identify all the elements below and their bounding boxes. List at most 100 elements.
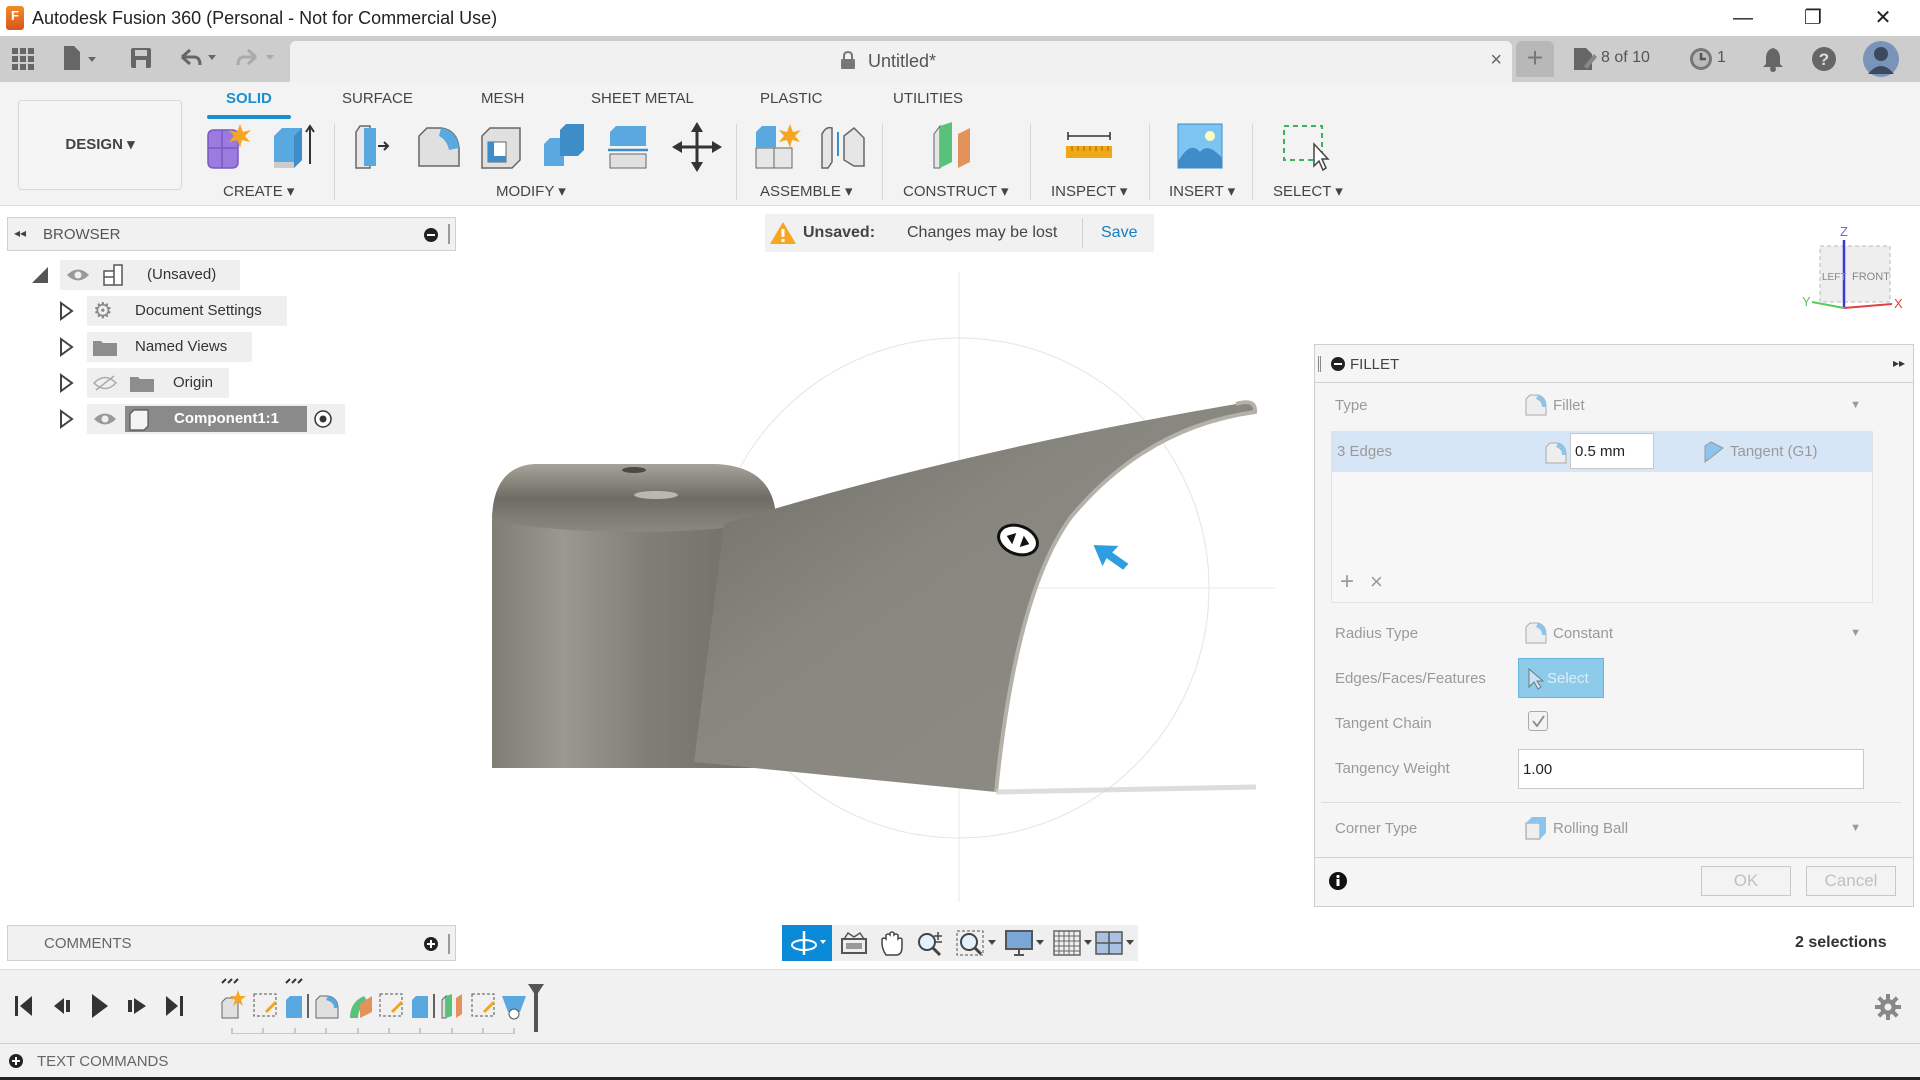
new-tab-button[interactable]: + (1516, 41, 1554, 77)
shell-icon[interactable] (476, 122, 526, 172)
tangent-chain-checkbox[interactable] (1528, 711, 1548, 731)
display-settings-icon[interactable] (1004, 929, 1048, 957)
edge-set-row[interactable]: 3 Edges Tangent (G1) (1332, 432, 1872, 472)
tab-plastic[interactable]: PLASTIC (760, 90, 823, 107)
tree-item-root[interactable]: (Unsaved) (60, 260, 240, 290)
play-icon[interactable] (90, 992, 110, 1020)
activate-component-radio[interactable] (313, 409, 333, 429)
inspect-menu[interactable]: INSPECT ▾ (1051, 182, 1127, 200)
info-icon[interactable] (1329, 872, 1347, 890)
corner-type-dropdown-icon[interactable]: ▼ (1850, 822, 1861, 834)
add-edge-set-button[interactable]: + (1340, 568, 1354, 596)
new-component-icon[interactable] (202, 122, 252, 172)
look-at-icon[interactable] (840, 931, 868, 955)
close-tab-button[interactable]: × (1490, 49, 1502, 72)
modify-menu[interactable]: MODIFY ▾ (496, 182, 566, 200)
eye-hidden-icon[interactable] (93, 375, 117, 391)
construct-menu[interactable]: CONSTRUCT ▾ (903, 182, 1009, 200)
collapse-dialog-icon[interactable] (1331, 357, 1345, 371)
tab-sheet-metal[interactable]: SHEET METAL (591, 90, 694, 107)
step-back-icon[interactable] (52, 994, 74, 1018)
remove-edge-set-button[interactable]: × (1370, 569, 1383, 595)
corner-type-value[interactable]: Rolling Ball (1553, 820, 1628, 837)
tangency-weight-input[interactable] (1518, 749, 1864, 789)
joint-icon[interactable] (818, 122, 868, 172)
press-pull-icon[interactable] (350, 122, 400, 172)
tab-surface[interactable]: SURFACE (342, 90, 413, 107)
eye-icon[interactable] (66, 267, 90, 283)
tree-item-document-settings[interactable]: ⚙ Document Settings (87, 296, 287, 326)
job-status-icon[interactable] (1572, 46, 1598, 72)
radius-input[interactable] (1570, 433, 1654, 469)
type-dropdown-icon[interactable]: ▼ (1850, 399, 1861, 411)
save-icon[interactable] (130, 47, 152, 69)
tree-item-origin[interactable]: Origin (87, 368, 229, 398)
go-to-end-icon[interactable] (164, 994, 184, 1018)
text-commands-bar[interactable]: TEXT COMMANDS (0, 1043, 1920, 1077)
new-assembly-component-icon[interactable] (752, 122, 802, 172)
app-grid-icon[interactable] (12, 48, 34, 70)
fillet-dialog-header[interactable]: FILLET ▸▸ (1315, 345, 1913, 383)
expand-toggle[interactable] (58, 373, 74, 393)
ok-button[interactable]: OK (1701, 866, 1791, 896)
eye-icon[interactable] (93, 411, 117, 427)
tree-item-component1[interactable]: Component1:1 (87, 404, 345, 434)
expand-dialog-icon[interactable]: ▸▸ (1893, 356, 1905, 370)
tab-utilities[interactable]: UTILITIES (893, 90, 963, 107)
radius-type-value[interactable]: Constant (1553, 625, 1613, 642)
pan-hand-icon[interactable] (878, 929, 906, 957)
minimize-panel-icon[interactable] (424, 228, 438, 242)
extrude-icon[interactable] (268, 122, 318, 172)
orbit-button[interactable] (782, 925, 832, 961)
minimize-button[interactable]: — (1720, 4, 1766, 32)
offset-plane-icon[interactable] (930, 122, 980, 172)
close-window-button[interactable]: ✕ (1860, 4, 1906, 32)
type-value[interactable]: Fillet (1553, 397, 1585, 414)
panel-resize-handle[interactable] (448, 934, 450, 954)
comments-panel-header[interactable]: COMMENTS (7, 925, 456, 961)
radius-type-dropdown-icon[interactable]: ▼ (1850, 627, 1861, 639)
viewports-icon[interactable] (1094, 929, 1138, 957)
history-count[interactable]: 1 (1717, 49, 1726, 67)
measure-icon[interactable] (1064, 122, 1114, 172)
split-body-icon[interactable] (604, 122, 654, 172)
view-cube[interactable]: Z FRONT LEFT X Y (1800, 222, 1910, 317)
view-front-label[interactable]: FRONT (1852, 271, 1890, 283)
redo-icon[interactable] (236, 47, 278, 69)
workspace-switcher[interactable]: DESIGN ▾ (18, 100, 182, 190)
zoom-icon[interactable] (916, 929, 946, 957)
view-left-label[interactable]: LEFT (1822, 272, 1846, 283)
tab-solid[interactable]: SOLID (226, 90, 272, 107)
step-forward-icon[interactable] (126, 994, 148, 1018)
select-menu[interactable]: SELECT ▾ (1273, 182, 1343, 200)
fillet-icon[interactable] (413, 122, 463, 172)
notification-bell-icon[interactable] (1762, 46, 1784, 72)
create-menu[interactable]: CREATE ▾ (223, 182, 294, 200)
expand-toggle[interactable] (58, 301, 74, 321)
collapse-browser-icon[interactable]: ◂◂ (14, 226, 26, 240)
browser-panel-header[interactable]: ◂◂ BROWSER (7, 217, 456, 251)
assemble-menu[interactable]: ASSEMBLE ▾ (760, 182, 853, 200)
move-copy-icon[interactable] (672, 122, 722, 172)
cancel-button[interactable]: Cancel (1806, 866, 1896, 896)
document-tab[interactable]: Untitled* × (290, 41, 1512, 82)
timeline-settings-gear-icon[interactable] (1875, 994, 1901, 1020)
continuity-value[interactable]: Tangent (G1) (1730, 443, 1818, 460)
fit-window-icon[interactable] (956, 929, 1000, 957)
save-link[interactable]: Save (1101, 224, 1137, 242)
tab-mesh[interactable]: MESH (481, 90, 524, 107)
insert-menu[interactable]: INSERT ▾ (1169, 182, 1235, 200)
help-icon[interactable]: ? (1811, 46, 1837, 72)
edges-select-button[interactable]: Select (1518, 658, 1604, 698)
restore-button[interactable]: ❐ (1790, 4, 1836, 32)
user-avatar[interactable] (1862, 40, 1900, 78)
clock-history-icon[interactable] (1689, 47, 1713, 71)
expand-text-commands-icon[interactable] (9, 1054, 23, 1068)
expand-toggle[interactable] (58, 337, 74, 357)
grid-snaps-icon[interactable] (1052, 929, 1096, 957)
window-select-icon[interactable] (1280, 122, 1330, 172)
insert-image-icon[interactable] (1176, 122, 1226, 172)
job-status-count[interactable]: 8 of 10 (1601, 49, 1650, 67)
combine-icon[interactable] (540, 122, 590, 172)
dialog-drag-handle[interactable] (1318, 356, 1321, 372)
